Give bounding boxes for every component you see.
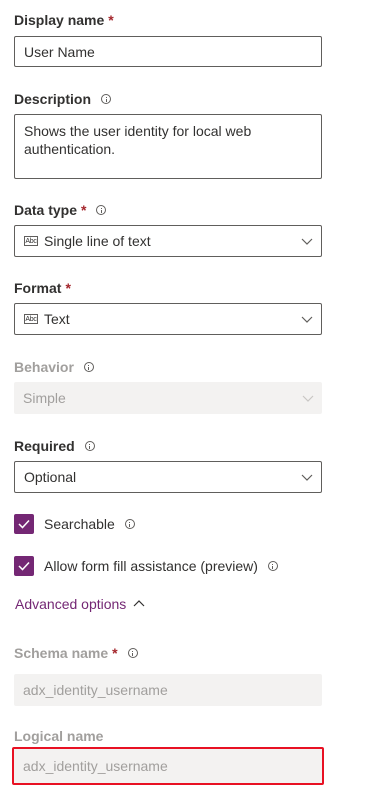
data-type-dropdown[interactable]: Abc Single line of text — [14, 225, 322, 257]
chevron-down-icon — [301, 316, 313, 323]
data-type-label: Data type * — [14, 200, 107, 220]
form-fill-checkbox-row[interactable]: Allow form fill assistance (preview) — [14, 556, 278, 576]
behavior-dropdown: Simple — [14, 382, 322, 414]
checkmark-icon — [18, 519, 30, 529]
info-icon[interactable] — [83, 362, 94, 372]
required-asterisk: * — [65, 280, 71, 296]
form-fill-checkbox[interactable] — [14, 556, 34, 576]
format-dropdown[interactable]: Abc Text — [14, 303, 322, 335]
required-asterisk: * — [108, 12, 114, 28]
info-icon[interactable] — [101, 94, 112, 104]
required-asterisk: * — [81, 202, 87, 218]
chevron-down-icon — [302, 395, 314, 402]
display-name-input[interactable]: User Name — [14, 36, 322, 67]
searchable-checkbox[interactable] — [14, 514, 34, 534]
chevron-down-icon — [301, 238, 313, 245]
info-icon[interactable] — [127, 648, 138, 658]
schema-name-input: adx_identity_username — [14, 674, 322, 706]
text-type-icon: Abc — [24, 236, 38, 246]
description-textarea[interactable]: Shows the user identity for local web au… — [14, 114, 322, 179]
form-fill-label: Allow form fill assistance (preview) — [44, 558, 258, 574]
checkmark-icon — [18, 561, 30, 571]
required-dropdown[interactable]: Optional — [14, 461, 322, 493]
advanced-options-toggle[interactable]: Advanced options — [15, 596, 145, 612]
logical-name-highlight: adx_identity_username — [12, 747, 324, 785]
required-asterisk: * — [112, 645, 118, 661]
text-type-icon: Abc — [24, 314, 38, 324]
description-label: Description — [14, 89, 112, 109]
behavior-label: Behavior — [14, 357, 94, 377]
searchable-checkbox-row[interactable]: Searchable — [14, 514, 135, 534]
searchable-label: Searchable — [44, 516, 115, 532]
schema-name-label: Schema name * — [14, 643, 138, 663]
required-label: Required — [14, 436, 95, 456]
format-label: Format * — [14, 280, 71, 296]
info-icon[interactable] — [267, 561, 278, 571]
display-name-label: Display name * — [14, 12, 114, 28]
info-icon[interactable] — [96, 205, 107, 215]
info-icon[interactable] — [84, 441, 95, 451]
chevron-up-icon — [133, 600, 145, 607]
info-icon[interactable] — [124, 519, 135, 529]
logical-name-label: Logical name — [14, 728, 104, 744]
logical-name-input: adx_identity_username — [14, 749, 322, 783]
chevron-down-icon — [301, 474, 313, 481]
